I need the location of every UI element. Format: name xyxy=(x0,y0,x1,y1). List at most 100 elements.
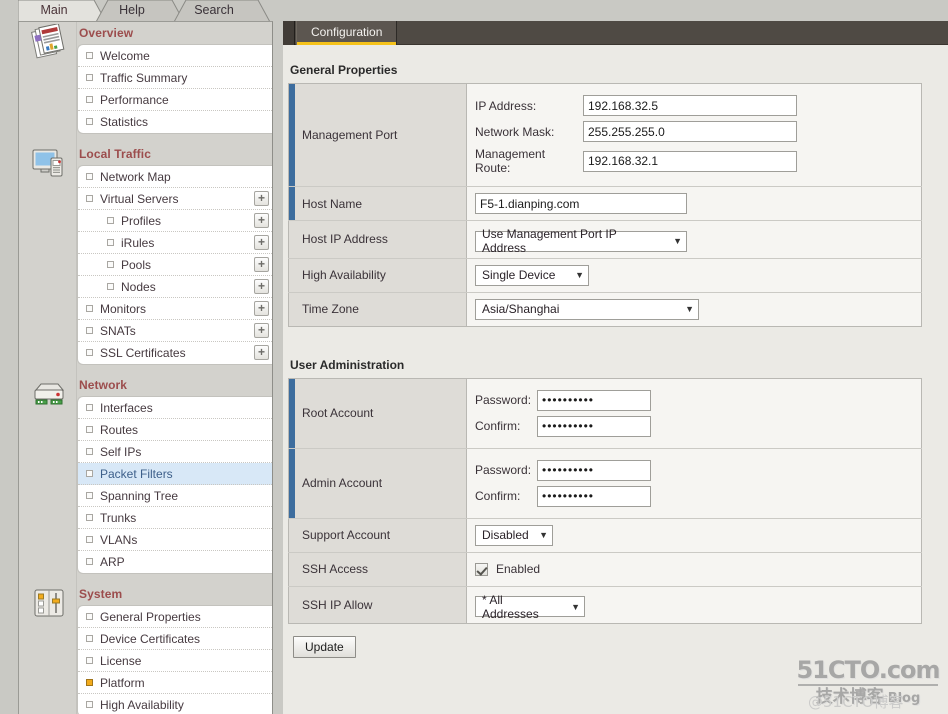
admin-account-value-cell: Password: Confirm: xyxy=(466,448,922,519)
host-ip-address-select[interactable]: Use Management Port IP Address ▼ xyxy=(475,227,687,255)
sidebar-item-self-ips[interactable]: Self IPs xyxy=(78,441,272,463)
expand-plus-icon[interactable]: + xyxy=(254,279,269,294)
chevron-down-icon: ▼ xyxy=(539,530,548,540)
sidebar-item-profiles[interactable]: Profiles + xyxy=(78,210,272,232)
bullet-icon xyxy=(86,74,93,81)
management-route-input[interactable] xyxy=(583,150,797,172)
table-row-high-availability: High Availability Single Device ▼ xyxy=(288,258,922,293)
management-port-label: Management Port xyxy=(302,128,398,142)
admin-password-row: Password: xyxy=(475,459,921,481)
nav-group-network-header: Network xyxy=(19,374,272,405)
high-availability-select[interactable]: Single Device ▼ xyxy=(475,264,589,286)
sidebar-item-irules[interactable]: iRules + xyxy=(78,232,272,254)
tab-configuration[interactable]: Configuration xyxy=(296,21,398,45)
nav-group-local-traffic-header: Local Traffic xyxy=(19,143,272,177)
top-tab-strip: Main Help Search xyxy=(0,0,948,22)
root-confirm-row: Confirm: xyxy=(475,415,921,437)
bullet-icon xyxy=(86,558,93,565)
sidebar-item-routes[interactable]: Routes xyxy=(78,419,272,441)
update-button[interactable]: Update xyxy=(293,636,356,658)
admin-password-input[interactable] xyxy=(537,459,651,481)
sidebar-item-network-map[interactable]: Network Map xyxy=(78,166,272,188)
ssh-ip-allow-select[interactable]: * All Addresses ▼ xyxy=(475,593,585,621)
sidebar-item-general-properties[interactable]: General Properties xyxy=(78,606,272,628)
admin-account-label: Admin Account xyxy=(302,476,383,490)
root-confirm-input[interactable] xyxy=(537,415,651,437)
nav-list-local-traffic: Network Map Virtual Servers + Profiles +… xyxy=(77,165,272,365)
sidebar-item-device-certificates[interactable]: Device Certificates xyxy=(78,628,272,650)
bullet-icon xyxy=(86,514,93,521)
expand-plus-icon[interactable]: + xyxy=(254,257,269,272)
expand-plus-icon[interactable]: + xyxy=(254,323,269,338)
sidebar-item-packet-filters[interactable]: Packet Filters xyxy=(78,463,272,485)
sidebar-item-license[interactable]: License xyxy=(78,650,272,672)
bullet-icon xyxy=(86,52,93,59)
sidebar-item-traffic-summary[interactable]: Traffic Summary xyxy=(78,67,272,89)
ssh-access-checkbox[interactable] xyxy=(475,562,488,576)
bullet-icon xyxy=(86,635,93,642)
nav-group-system-title: System xyxy=(79,587,123,601)
expand-plus-icon[interactable]: + xyxy=(254,213,269,228)
admin-confirm-input[interactable] xyxy=(537,485,651,507)
top-tab-main-label: Main xyxy=(40,3,68,17)
sidebar-item-spanning-tree[interactable]: Spanning Tree xyxy=(78,485,272,507)
host-name-label-cell: Host Name xyxy=(288,186,467,221)
sidebar-item-platform[interactable]: Platform xyxy=(78,672,272,694)
sidebar-item-trunks[interactable]: Trunks xyxy=(78,507,272,529)
sidebar-item-label: Statistics xyxy=(100,115,149,129)
reports-icon xyxy=(29,23,69,60)
time-zone-label: Time Zone xyxy=(302,302,359,316)
top-tab-main[interactable]: Main xyxy=(18,0,106,22)
support-account-select[interactable]: Disabled ▼ xyxy=(475,524,553,546)
ssh-access-checkbox-row[interactable]: Enabled xyxy=(475,562,921,576)
sidebar-item-label: Pools xyxy=(121,258,152,272)
sidebar-item-ssl-certificates[interactable]: SSL Certificates + xyxy=(78,342,272,364)
top-tab-help[interactable]: Help xyxy=(96,0,184,22)
sidebar-item-vlans[interactable]: VLANs xyxy=(78,529,272,551)
bullet-icon-active xyxy=(86,679,93,686)
expand-plus-icon[interactable]: + xyxy=(254,235,269,250)
top-tab-search[interactable]: Search xyxy=(174,0,270,22)
sidebar-item-label: SNATs xyxy=(100,324,136,338)
root-password-input[interactable] xyxy=(537,389,651,411)
sidebar-item-nodes[interactable]: Nodes + xyxy=(78,276,272,298)
sidebar-item-statistics[interactable]: Statistics xyxy=(78,111,272,133)
ip-address-row: IP Address: xyxy=(475,95,921,116)
expand-plus-icon[interactable]: + xyxy=(254,345,269,360)
root-password-label: Password: xyxy=(475,393,532,407)
nav-list-overview: Welcome Traffic Summary Performance Stat… xyxy=(77,44,272,134)
ip-address-input[interactable] xyxy=(583,95,797,116)
host-name-input[interactable] xyxy=(475,193,687,214)
sidebar-item-virtual-servers[interactable]: Virtual Servers + xyxy=(78,188,272,210)
sidebar-item-high-availability[interactable]: High Availability xyxy=(78,694,272,714)
expand-plus-icon[interactable]: + xyxy=(254,301,269,316)
nav-group-local-traffic-title: Local Traffic xyxy=(79,147,151,161)
high-availability-label-cell: High Availability xyxy=(288,258,467,293)
sidebar-item-welcome[interactable]: Welcome xyxy=(78,45,272,67)
sidebar-item-performance[interactable]: Performance xyxy=(78,89,272,111)
sidebar-item-arp[interactable]: ARP xyxy=(78,551,272,573)
network-mask-label: Network Mask: xyxy=(475,124,555,139)
sidebar-item-label: Performance xyxy=(100,93,169,107)
time-zone-select[interactable]: Asia/Shanghai ▼ xyxy=(475,298,699,320)
nav-list-system: General Properties Device Certificates L… xyxy=(77,605,272,714)
sidebar-item-interfaces[interactable]: Interfaces xyxy=(78,397,272,419)
bullet-icon xyxy=(86,96,93,103)
support-account-value-cell: Disabled ▼ xyxy=(466,518,922,553)
expand-plus-icon[interactable]: + xyxy=(254,191,269,206)
sidebar-item-label: Platform xyxy=(100,676,145,690)
admin-confirm-label: Confirm: xyxy=(475,489,521,503)
sidebar-item-label: Packet Filters xyxy=(100,467,173,481)
top-tab-search-label: Search xyxy=(194,3,234,17)
sidebar-item-snats[interactable]: SNATs + xyxy=(78,320,272,342)
sidebar-item-pools[interactable]: Pools + xyxy=(78,254,272,276)
sidebar-item-monitors[interactable]: Monitors + xyxy=(78,298,272,320)
time-zone-label-cell: Time Zone xyxy=(288,292,467,326)
root-confirm-label: Confirm: xyxy=(475,419,521,433)
support-account-selected-value: Disabled xyxy=(482,528,529,542)
time-zone-value-cell: Asia/Shanghai ▼ xyxy=(466,292,922,326)
sidebar-item-label: ARP xyxy=(100,555,125,569)
network-mask-input[interactable] xyxy=(583,121,797,142)
tab-bar-stub xyxy=(283,21,295,45)
user-administration-table: Root Account Password: Confirm: xyxy=(288,377,922,624)
